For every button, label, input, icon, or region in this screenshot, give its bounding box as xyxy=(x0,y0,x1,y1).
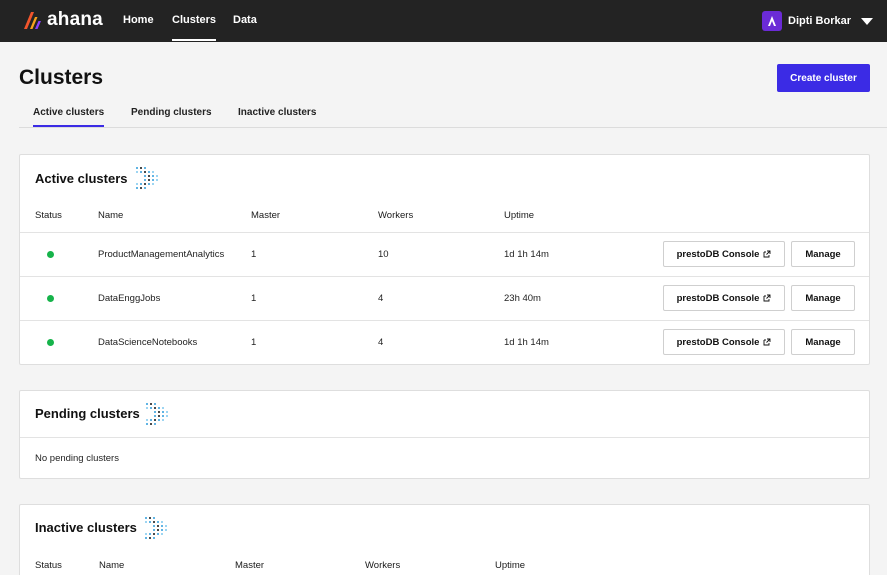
col-uptime: Uptime xyxy=(495,560,526,571)
external-link-icon xyxy=(763,250,771,258)
nav-data[interactable]: Data xyxy=(233,0,257,42)
cluster-name: DataScienceNotebooks xyxy=(98,337,198,348)
table-row: ProductManagementAnalytics 1 10 1d 1h 14… xyxy=(20,232,869,276)
nav-clusters[interactable]: Clusters xyxy=(172,0,217,42)
presto-console-label: prestoDB Console xyxy=(676,336,760,348)
table-row: DataScienceNotebooks 1 4 1d 1h 14m prest… xyxy=(20,320,869,364)
ahana-logo-icon xyxy=(24,12,41,29)
caret-down-icon[interactable] xyxy=(861,17,873,25)
presto-dots-icon xyxy=(146,403,168,425)
col-master: Master xyxy=(251,210,281,221)
status-running-indicator xyxy=(47,251,54,258)
tab-active-clusters[interactable]: Active clusters xyxy=(33,107,105,127)
col-status: Status xyxy=(35,210,62,221)
cluster-master: 1 xyxy=(251,249,257,260)
create-cluster-button[interactable]: Create cluster xyxy=(777,64,870,92)
inactive-clusters-card: Inactive clusters Status Name Master Wor… xyxy=(19,504,870,575)
manage-button[interactable]: Manage xyxy=(791,329,855,355)
inactive-clusters-title: Inactive clusters xyxy=(35,520,137,535)
cluster-uptime: 23h 40m xyxy=(504,293,541,304)
col-uptime: Uptime xyxy=(504,210,535,221)
page-title: Clusters xyxy=(19,66,104,89)
card-divider xyxy=(20,437,869,438)
cluster-master: 1 xyxy=(251,337,257,348)
presto-console-button[interactable]: prestoDB Console xyxy=(663,329,785,355)
tab-inactive-clusters[interactable]: Inactive clusters xyxy=(238,107,316,125)
cluster-uptime: 1d 1h 14m xyxy=(504,249,549,260)
pending-clusters-title: Pending clusters xyxy=(35,406,140,421)
pending-clusters-card: Pending clusters No pending clusters xyxy=(19,390,870,479)
presto-console-button[interactable]: prestoDB Console xyxy=(663,241,785,267)
table-row: DataEnggJobs 1 4 23h 40m prestoDB Consol… xyxy=(20,276,869,320)
external-link-icon xyxy=(763,338,771,346)
presto-dots-icon xyxy=(136,167,158,189)
cluster-workers: 4 xyxy=(378,337,384,348)
external-link-icon xyxy=(763,294,771,302)
presto-console-button[interactable]: prestoDB Console xyxy=(663,285,785,311)
cluster-master: 1 xyxy=(251,293,257,304)
user-name: Dipti Borkar xyxy=(788,15,851,27)
active-clusters-title: Active clusters xyxy=(35,171,128,186)
cluster-name: ProductManagementAnalytics xyxy=(98,249,225,260)
cluster-uptime: 1d 1h 14m xyxy=(504,337,549,348)
nav-home[interactable]: Home xyxy=(123,0,154,42)
cluster-workers: 4 xyxy=(378,293,384,304)
col-workers: Workers xyxy=(378,210,414,221)
no-pending-message: No pending clusters xyxy=(35,453,119,464)
presto-console-label: prestoDB Console xyxy=(676,292,760,304)
user-menu[interactable]: Dipti Borkar xyxy=(762,0,873,42)
col-master: Master xyxy=(235,560,265,571)
active-clusters-card: Active clusters Status Name Master Worke… xyxy=(19,154,870,365)
status-running-indicator xyxy=(47,339,54,346)
cluster-tabs: Active clusters Pending clusters Inactiv… xyxy=(19,100,887,128)
cluster-workers: 10 xyxy=(378,249,389,260)
col-name: Name xyxy=(99,560,125,571)
brand-name: ahana xyxy=(47,9,103,30)
col-name: Name xyxy=(98,210,124,221)
cluster-name: DataEnggJobs xyxy=(98,293,161,304)
user-avatar-icon xyxy=(762,11,783,31)
manage-button[interactable]: Manage xyxy=(791,285,855,311)
brand-logo[interactable]: ahana xyxy=(21,9,103,31)
tab-pending-clusters[interactable]: Pending clusters xyxy=(131,107,212,125)
top-navbar: ahana Home Clusters Data Dipti Borkar xyxy=(0,0,887,42)
presto-console-label: prestoDB Console xyxy=(676,248,760,260)
col-status: Status xyxy=(35,560,62,571)
col-workers: Workers xyxy=(365,560,401,571)
status-running-indicator xyxy=(47,295,54,302)
manage-button[interactable]: Manage xyxy=(791,241,855,267)
presto-dots-icon xyxy=(145,517,167,539)
